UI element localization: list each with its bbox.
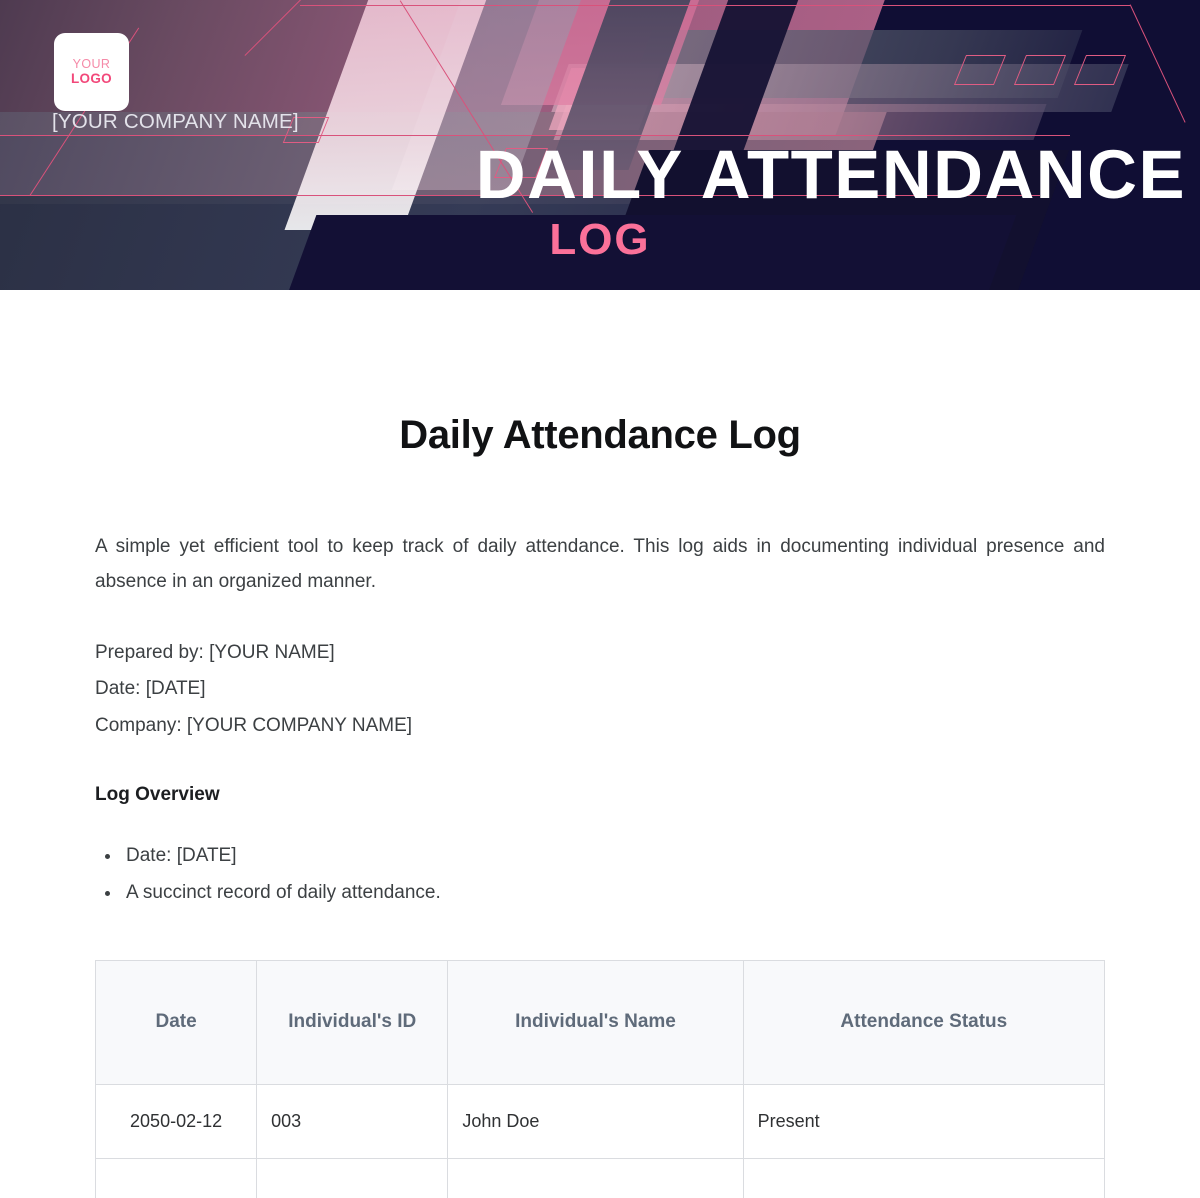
company-name-placeholder: [YOUR COMPANY NAME]: [52, 110, 299, 133]
table-header-row: Date Individual's ID Individual's Name A…: [94, 960, 1106, 1085]
intro-paragraph: A simple yet efficient tool to keep trac…: [95, 536, 1105, 593]
column-header-id: Individual's ID: [256, 960, 449, 1085]
attendance-table: Date Individual's ID Individual's Name A…: [94, 960, 1106, 1198]
column-header-name: Individual's Name: [447, 960, 744, 1085]
cell-status[interactable]: Present: [742, 1084, 1106, 1159]
cell-id[interactable]: [256, 1158, 449, 1198]
log-overview-list: Date: [DATE] A succinct record of daily …: [95, 838, 1105, 911]
company-logo-placeholder: YOUR LOGO: [54, 33, 129, 111]
column-header-date: Date: [94, 960, 258, 1085]
date-line: Date: [DATE]: [95, 678, 206, 700]
banner-subtitle: LOG: [549, 215, 651, 264]
prepared-by-line: Prepared by: [YOUR NAME]: [95, 641, 335, 663]
section-heading-log-overview: Log Overview: [95, 784, 220, 806]
cell-name[interactable]: John Doe: [447, 1084, 744, 1159]
cell-id[interactable]: 003: [256, 1084, 449, 1159]
column-header-status: Attendance Status: [742, 960, 1106, 1085]
cell-date[interactable]: 2050-02-12: [94, 1084, 258, 1159]
cell-name[interactable]: [447, 1158, 744, 1198]
table-row[interactable]: 2050-02-12 003 John Doe Present: [94, 1084, 1106, 1159]
cell-status[interactable]: [742, 1158, 1106, 1198]
decorative-line-top: [300, 5, 1130, 7]
table-head: Date Individual's ID Individual's Name A…: [94, 960, 1106, 1085]
banner-title: DAILY ATTENDANCE: [475, 136, 1186, 213]
table-row[interactable]: [94, 1158, 1106, 1198]
list-item: Date: [DATE]: [122, 838, 1105, 874]
company-line: Company: [YOUR COMPANY NAME]: [95, 714, 413, 736]
header-banner: YOUR LOGO [YOUR COMPANY NAME] DAILY ATTE…: [0, 0, 1200, 290]
logo-text-logo: LOGO: [71, 71, 112, 87]
cell-date[interactable]: [94, 1158, 258, 1198]
document-body: Daily Attendance Log A simple yet effici…: [0, 413, 1200, 1198]
page-title: Daily Attendance Log: [399, 413, 801, 457]
document-meta: Prepared by: [YOUR NAME] Date: [DATE] Co…: [95, 635, 1105, 744]
logo-text-your: YOUR: [72, 56, 111, 71]
table-body: 2050-02-12 003 John Doe Present: [94, 1084, 1106, 1198]
list-item: A succinct record of daily attendance.: [122, 875, 1105, 911]
decorative-line-right-diagonal: [1129, 4, 1186, 123]
